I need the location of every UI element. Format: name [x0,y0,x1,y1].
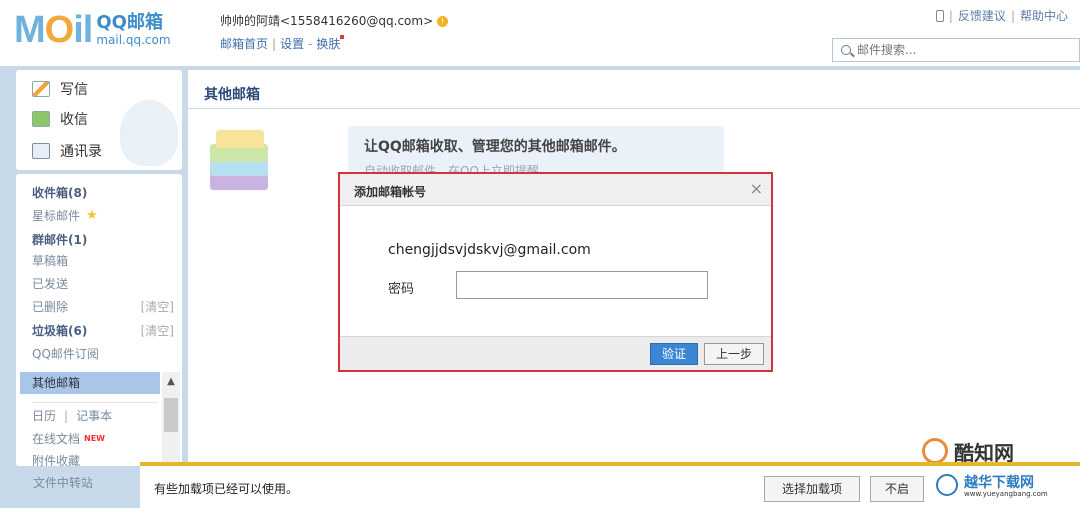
sidebar-scrollbar[interactable]: ▲ [162,372,180,466]
close-icon[interactable]: × [750,179,763,198]
site-watermark-text: 越华下载网 [964,475,1034,491]
tool-docs-label: 在线文档 [32,432,81,446]
sidebar-actions: 写信 收信 通讯录 [16,70,182,170]
folder-label: 星标邮件 [32,209,81,223]
folder-inbox[interactable]: 收件箱(8) [32,184,87,201]
link-settings[interactable]: 设置 [280,37,304,51]
qq-mail-logo[interactable]: MOil QQ邮箱 mail.qq.com [14,10,171,50]
wifi-logo-icon [936,474,958,496]
new-badge: NEW [84,434,105,443]
compose-icon [32,81,50,97]
receive-label: 收信 [60,112,88,128]
user-block: 帅帅的阿靖<1558416260@qq.com>! 邮箱首页 | 设置 - 换肤 [220,12,449,52]
page-title: 其他邮箱 [204,87,260,103]
info-icon[interactable]: ! [437,16,449,27]
tool-transfer-label: 文件中转站 [33,476,94,490]
link-feedback[interactable]: 反馈建议 [958,7,1006,24]
promo-title: 让QQ邮箱收取、管理您的其他邮箱邮件。 [364,139,626,155]
logo-mark: MOil [14,9,93,51]
receive-icon [32,111,50,127]
add-account-dialog: 添加邮箱帐号 × chengjjdsvjdskvj@gmail.com 密码 验… [338,172,773,372]
link-home[interactable]: 邮箱首页 [220,37,268,51]
clear-spam-button[interactable]: [清空] [141,322,174,339]
user-name: 帅帅的阿靖<1558416260@qq.com>! [220,12,449,29]
folder-subscription[interactable]: QQ邮件订阅 [32,345,99,362]
dialog-title: 添加邮箱帐号 [354,185,427,199]
folder-spam[interactable]: 垃圾箱(6) [32,322,87,339]
logo-qq-label: QQ邮箱 [96,12,163,33]
logo-text: QQ邮箱 mail.qq.com [96,12,171,48]
top-separator-2: | [1010,8,1015,23]
folder-drafts[interactable]: 草稿箱 [32,252,68,269]
choose-addons-button[interactable]: 选择加载项 [764,476,860,502]
compose-button[interactable]: 写信 [32,76,88,102]
previous-step-button[interactable]: 上一步 [704,343,764,365]
dialog-header[interactable]: 添加邮箱帐号 × [340,174,771,206]
title-divider [188,108,1080,109]
folder-label: 收件箱(8) [32,186,88,200]
tool-calendar[interactable]: 日历 [32,407,56,424]
top-right-links: | 反馈建议 | 帮助中心 [935,7,1068,24]
folder-other-mailbox[interactable]: 其他邮箱 [20,372,160,394]
notification-text: 有些加载项已经可以使用。 [154,482,299,496]
contacts-icon [32,143,50,159]
scroll-thumb[interactable] [164,398,178,432]
account-email: chengjjdsvjdskvj@gmail.com [388,242,591,258]
search-input[interactable] [857,43,1057,57]
receive-button[interactable]: 收信 [32,106,88,132]
link-separator: | [272,37,277,51]
tool-separator: | [64,408,69,423]
site-watermark: 越华下载网 www.yueyangbang.com [936,472,1076,502]
tool-notes[interactable]: 记事本 [76,407,112,424]
site-watermark-url: www.yueyangbang.com [964,490,1048,498]
top-separator: | [948,8,953,23]
folder-starred[interactable]: 星标邮件 ★ [32,207,98,224]
folder-label: 群邮件(1) [32,233,88,247]
mailbox-stack-icon [206,122,272,198]
contacts-button[interactable]: 通讯录 [32,138,102,164]
kuzhi-logo-icon [922,438,948,464]
folder-sent[interactable]: 已发送 [32,275,68,292]
clear-deleted-button[interactable]: [清空] [141,298,174,315]
password-input[interactable] [456,271,708,299]
tool-docs[interactable]: 在线文档 NEW [32,430,105,447]
tool-transfer[interactable]: 文件中转站 [33,474,93,491]
logo-url: mail.qq.com [96,33,171,47]
folder-deleted[interactable]: 已删除 [32,298,68,315]
compose-label: 写信 [60,82,88,98]
link-separator-dash: - [308,37,313,51]
header: MOil QQ邮箱 mail.qq.com 帅帅的阿靖<1558416260@q… [0,0,1080,66]
mail-search[interactable] [832,38,1080,62]
folder-label: 草稿箱 [32,254,69,268]
tool-attachments[interactable]: 附件收藏 [32,452,80,466]
phone-icon[interactable] [935,9,944,22]
folder-label: 已发送 [32,277,69,291]
penguin-decoration-icon [120,100,178,166]
contacts-label: 通讯录 [60,144,102,160]
disable-addons-button[interactable]: 不启 [870,476,924,502]
tool-attachments-label: 附件收藏 [32,454,81,466]
folder-group[interactable]: 群邮件(1) [32,231,87,248]
tools-row: 日历 | 记事本 [32,407,112,424]
new-dot-icon [340,35,345,39]
link-skin[interactable]: 换肤 [316,37,340,51]
scroll-up-icon[interactable]: ▲ [162,376,180,392]
folder-label: 已删除 [32,300,69,314]
user-name-text: 帅帅的阿靖<1558416260@qq.com> [220,14,434,28]
search-icon [841,45,851,55]
folder-label: 垃圾箱(6) [32,324,88,338]
star-icon: ★ [86,208,98,223]
logo-mark-o: O [44,9,75,51]
sidebar-divider [32,402,158,403]
verify-button[interactable]: 验证 [650,343,698,365]
password-label: 密码 [388,282,415,297]
link-help[interactable]: 帮助中心 [1020,7,1068,24]
user-links: 邮箱首页 | 设置 - 换肤 [220,35,448,52]
folder-list: 收件箱(8) 星标邮件 ★ 群邮件(1) 草稿箱 已发送 已删除 [清空] 垃圾箱… [16,174,182,466]
folder-label: QQ邮件订阅 [32,347,99,361]
